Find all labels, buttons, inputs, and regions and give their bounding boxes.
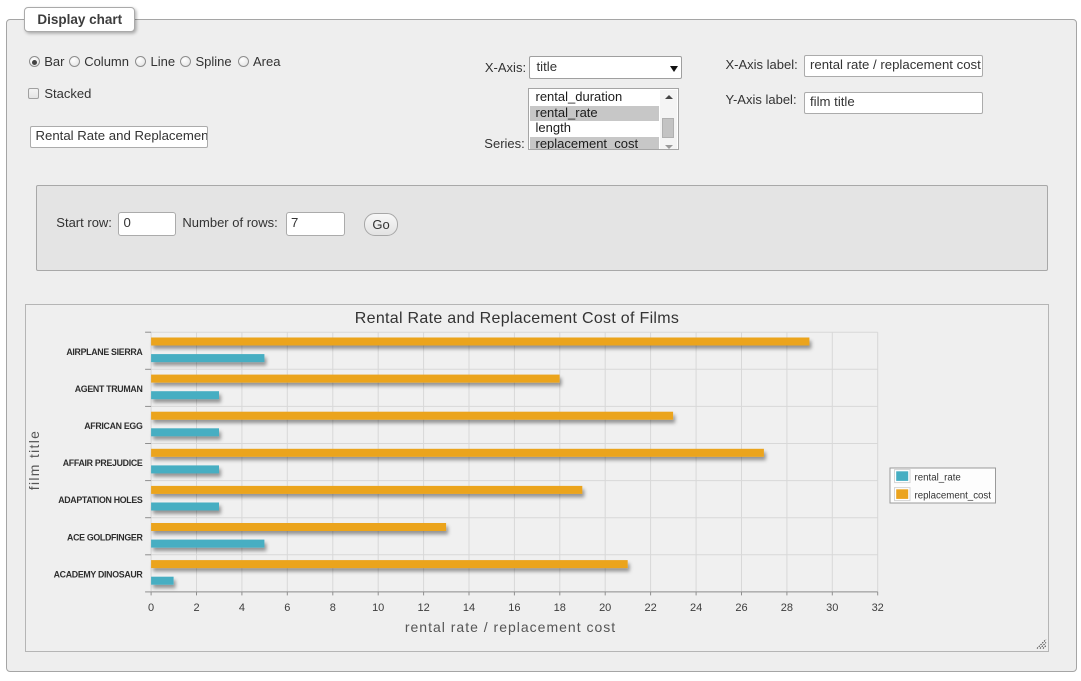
svg-text:8: 8 [329, 602, 335, 614]
svg-text:14: 14 [462, 602, 474, 614]
svg-text:AIRPLANE SIERRA: AIRPLANE SIERRA [66, 347, 143, 357]
svg-text:AFFAIR PREJUDICE: AFFAIR PREJUDICE [62, 458, 142, 468]
svg-text:rental_rate: rental_rate [914, 472, 960, 483]
svg-text:12: 12 [417, 602, 429, 614]
svg-text:ACADEMY DINOSAUR: ACADEMY DINOSAUR [53, 569, 143, 579]
svg-text:16: 16 [508, 602, 520, 614]
svg-text:0: 0 [148, 602, 154, 614]
svg-text:AGENT TRUMAN: AGENT TRUMAN [74, 384, 142, 394]
svg-text:30: 30 [826, 602, 838, 614]
svg-text:ADAPTATION HOLES: ADAPTATION HOLES [58, 495, 143, 505]
svg-text:24: 24 [689, 602, 701, 614]
svg-text:6: 6 [284, 602, 290, 614]
svg-text:20: 20 [599, 602, 611, 614]
svg-text:26: 26 [735, 602, 747, 614]
svg-text:rental rate / replacement cost: rental rate / replacement cost [404, 619, 615, 635]
svg-text:32: 32 [871, 602, 883, 614]
svg-text:AFRICAN EGG: AFRICAN EGG [84, 421, 143, 431]
svg-text:18: 18 [553, 602, 565, 614]
svg-text:2: 2 [193, 602, 199, 614]
svg-text:22: 22 [644, 602, 656, 614]
svg-text:replacement_cost: replacement_cost [914, 490, 991, 501]
svg-text:28: 28 [780, 602, 792, 614]
svg-text:4: 4 [238, 602, 244, 614]
svg-text:10: 10 [372, 602, 384, 614]
svg-text:Rental Rate and Replacement Co: Rental Rate and Replacement Cost of Film… [354, 310, 678, 327]
svg-text:film title: film title [26, 430, 42, 490]
svg-text:ACE GOLDFINGER: ACE GOLDFINGER [67, 532, 143, 542]
